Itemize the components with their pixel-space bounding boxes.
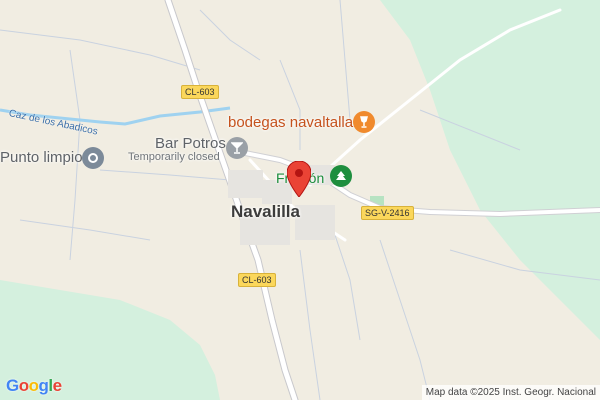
map-base-layer xyxy=(0,0,600,400)
town-label-navalilla[interactable]: Navalilla xyxy=(231,202,300,222)
map-attribution[interactable]: Map data ©2025 Inst. Geogr. Nacional xyxy=(421,385,600,400)
wine-glass-icon[interactable] xyxy=(353,111,375,133)
location-pin-icon[interactable] xyxy=(287,161,311,197)
poi-label-bodegas[interactable]: bodegas navaltallar xyxy=(228,114,358,131)
road-shield-cl603-north: CL-603 xyxy=(181,85,219,99)
cocktail-icon[interactable] xyxy=(226,137,248,159)
poi-status-bar-potros: Temporarily closed xyxy=(128,151,220,163)
recycle-point-icon[interactable] xyxy=(82,147,104,169)
google-logo[interactable]: Google xyxy=(6,376,62,396)
road-shield-sgv2416: SG-V-2416 xyxy=(361,206,414,220)
road-shield-cl603-south: CL-603 xyxy=(238,273,276,287)
tree-park-icon[interactable] xyxy=(330,165,352,187)
poi-label-punto-limpio[interactable]: Punto limpio xyxy=(0,149,83,166)
poi-label-bar-potros[interactable]: Bar Potros xyxy=(155,135,226,152)
map-canvas[interactable]: Caz de los Abadicos CL-603 CL-603 SG-V-2… xyxy=(0,0,600,400)
